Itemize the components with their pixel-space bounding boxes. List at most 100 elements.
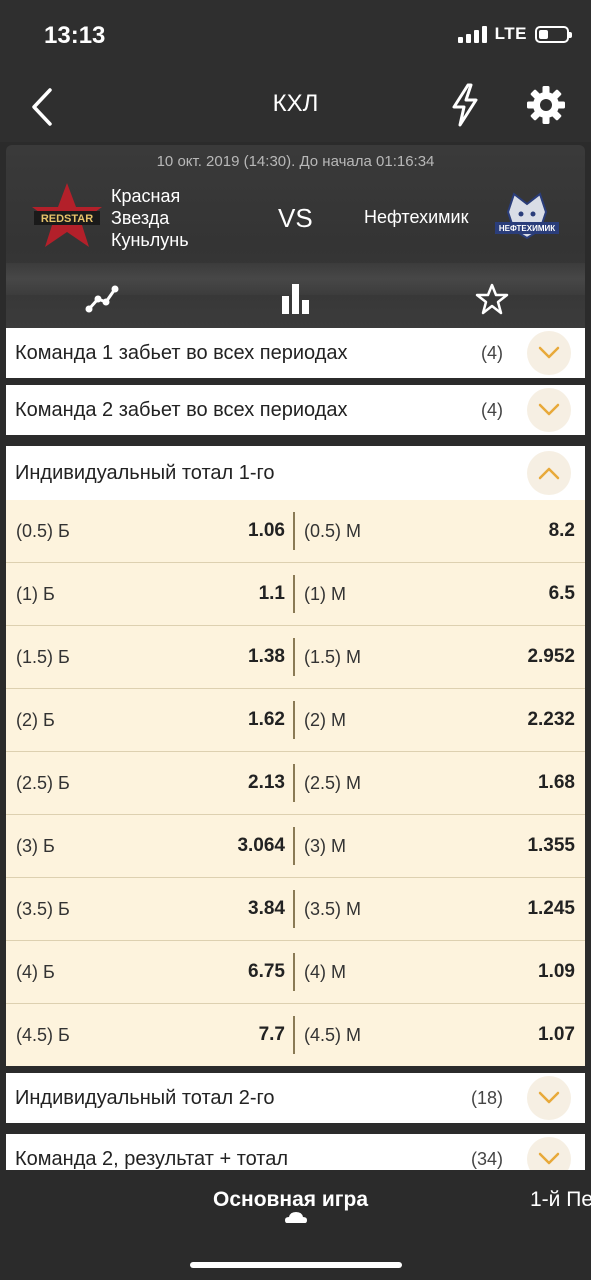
divider — [293, 575, 295, 613]
market-row[interactable]: Индивидуальный тотал 2-го (18) — [6, 1073, 585, 1123]
under-label[interactable]: (4.5) М — [304, 1025, 361, 1046]
over-odds[interactable]: 7.7 — [259, 1024, 285, 1046]
under-odds[interactable]: 1.355 — [527, 835, 575, 857]
market-label: Команда 2 забьет во всех периодах — [15, 398, 348, 421]
over-label[interactable]: (0.5) Б — [16, 521, 70, 542]
divider — [293, 764, 295, 802]
star-icon — [475, 283, 509, 315]
under-odds[interactable]: 6.5 — [549, 583, 575, 605]
chevron-up-icon — [538, 467, 560, 480]
live-button[interactable] — [445, 80, 485, 130]
cellular-signal-icon — [457, 25, 487, 43]
over-odds[interactable]: 3.064 — [237, 835, 285, 857]
over-odds[interactable]: 1.38 — [248, 646, 285, 668]
under-label[interactable]: (3.5) М — [304, 899, 361, 920]
odds-row: (0.5) Б 1.06 (0.5) М 8.2 — [6, 500, 585, 563]
team1-logo: REDSTAR — [28, 181, 106, 255]
tab-trends[interactable] — [82, 279, 122, 319]
over-odds[interactable]: 3.84 — [248, 898, 285, 920]
expand-button[interactable] — [527, 1076, 571, 1120]
divider — [293, 638, 295, 676]
market-count: (4) — [481, 342, 503, 363]
lightning-icon — [452, 83, 478, 127]
market-label: Команда 2, результат + тотал — [15, 1147, 289, 1170]
odds-row: (4.5) Б 7.7 (4.5) М 1.07 — [6, 1004, 585, 1067]
match-date: 10 окт. 2019 (14:30). До начала 01:16:34 — [156, 153, 435, 170]
under-odds[interactable]: 2.232 — [527, 709, 575, 731]
status-indicators: LTE — [457, 24, 572, 44]
expand-button[interactable] — [527, 331, 571, 375]
under-odds[interactable]: 1.68 — [538, 772, 575, 794]
over-odds[interactable]: 2.13 — [248, 772, 285, 794]
over-label[interactable]: (1.5) Б — [16, 647, 70, 668]
collapse-button[interactable] — [527, 451, 571, 495]
over-label[interactable]: (2) Б — [16, 710, 55, 731]
divider — [293, 953, 295, 991]
tab-statistics[interactable] — [276, 279, 316, 319]
odds-row: (4) Б 6.75 (4) М 1.09 — [6, 941, 585, 1004]
market-label: Команда 1 забьет во всех периодах — [15, 341, 348, 364]
divider — [293, 512, 295, 550]
under-label[interactable]: (1.5) М — [304, 647, 361, 668]
tab-favorite[interactable] — [472, 279, 512, 319]
over-odds[interactable]: 1.1 — [259, 583, 285, 605]
vs-label: VS — [278, 203, 313, 233]
gear-icon — [527, 86, 565, 124]
over-label[interactable]: (4.5) Б — [16, 1025, 70, 1046]
under-label[interactable]: (2) М — [304, 710, 346, 731]
over-odds[interactable]: 1.06 — [248, 520, 285, 542]
trend-icon — [85, 285, 119, 313]
under-label[interactable]: (4) М — [304, 962, 346, 983]
settings-button[interactable] — [524, 82, 568, 128]
network-type: LTE — [494, 24, 527, 43]
over-label[interactable]: (4) Б — [16, 962, 55, 983]
market-row-expanded[interactable]: Индивидуальный тотал 1-го — [6, 446, 585, 500]
odds-row: (2) Б 1.62 (2) М 2.232 — [6, 689, 585, 752]
tab-main-game[interactable]: Основная игра — [213, 1188, 368, 1212]
tab-first-period[interactable]: 1-й Пе — [530, 1188, 591, 1212]
over-odds[interactable]: 6.75 — [248, 961, 285, 983]
over-label[interactable]: (1) Б — [16, 584, 55, 605]
team2-logo: НЕФТЕХИМИК — [494, 190, 560, 246]
under-label[interactable]: (3) М — [304, 836, 346, 857]
navigation-bar: КХЛ — [0, 72, 591, 142]
divider — [293, 701, 295, 739]
expand-button[interactable] — [527, 388, 571, 432]
battery-icon — [535, 25, 572, 43]
stats-bars-icon — [282, 284, 309, 314]
over-label[interactable]: (3) Б — [16, 836, 55, 857]
under-odds[interactable]: 1.09 — [538, 961, 575, 983]
team2-name: Нефтехимик — [364, 207, 469, 227]
under-odds[interactable]: 1.245 — [527, 898, 575, 920]
market-row[interactable]: Команда 1 забьет во всех периодах (4) — [6, 328, 585, 378]
under-label[interactable]: (2.5) М — [304, 773, 361, 794]
market-count: (34) — [470, 1148, 503, 1169]
under-odds[interactable]: 1.07 — [538, 1024, 575, 1046]
match-header: 10 окт. 2019 (14:30). До начала 01:16:34… — [6, 145, 585, 328]
over-odds[interactable]: 1.62 — [248, 709, 285, 731]
active-tab-indicator-icon — [285, 1212, 307, 1223]
odds-row: (1) Б 1.1 (1) М 6.5 — [6, 563, 585, 626]
status-time: 13:13 — [44, 22, 106, 49]
market-row[interactable]: Команда 2, результат + тотал (34) — [6, 1134, 585, 1170]
expand-button[interactable] — [527, 1137, 571, 1170]
odds-row: (3.5) Б 3.84 (3.5) М 1.245 — [6, 878, 585, 941]
market-count: (4) — [481, 399, 503, 420]
odds-table: (0.5) Б 1.06 (0.5) М 8.2 (1) Б 1.1 (1) М 6.5 (1.… — [6, 500, 585, 1066]
divider — [293, 890, 295, 928]
over-label[interactable]: (3.5) Б — [16, 899, 70, 920]
under-label[interactable]: (0.5) М — [304, 521, 361, 542]
market-count: (18) — [470, 1087, 503, 1108]
market-row[interactable]: Команда 2 забьет во всех периодах (4) — [6, 385, 585, 435]
markets-list: Команда 1 забьет во всех периодах (4) Ко… — [0, 328, 591, 1170]
chevron-down-icon — [538, 346, 560, 359]
under-label[interactable]: (1) М — [304, 584, 346, 605]
over-label[interactable]: (2.5) Б — [16, 773, 70, 794]
market-label: Индивидуальный тотал 2-го — [15, 1086, 275, 1109]
under-odds[interactable]: 8.2 — [549, 520, 575, 542]
under-odds[interactable]: 2.952 — [527, 646, 575, 668]
team1-logo-text: REDSTAR — [41, 213, 93, 225]
market-label: Индивидуальный тотал 1-го — [15, 461, 275, 484]
chevron-down-icon — [538, 403, 560, 416]
home-indicator — [190, 1262, 402, 1268]
